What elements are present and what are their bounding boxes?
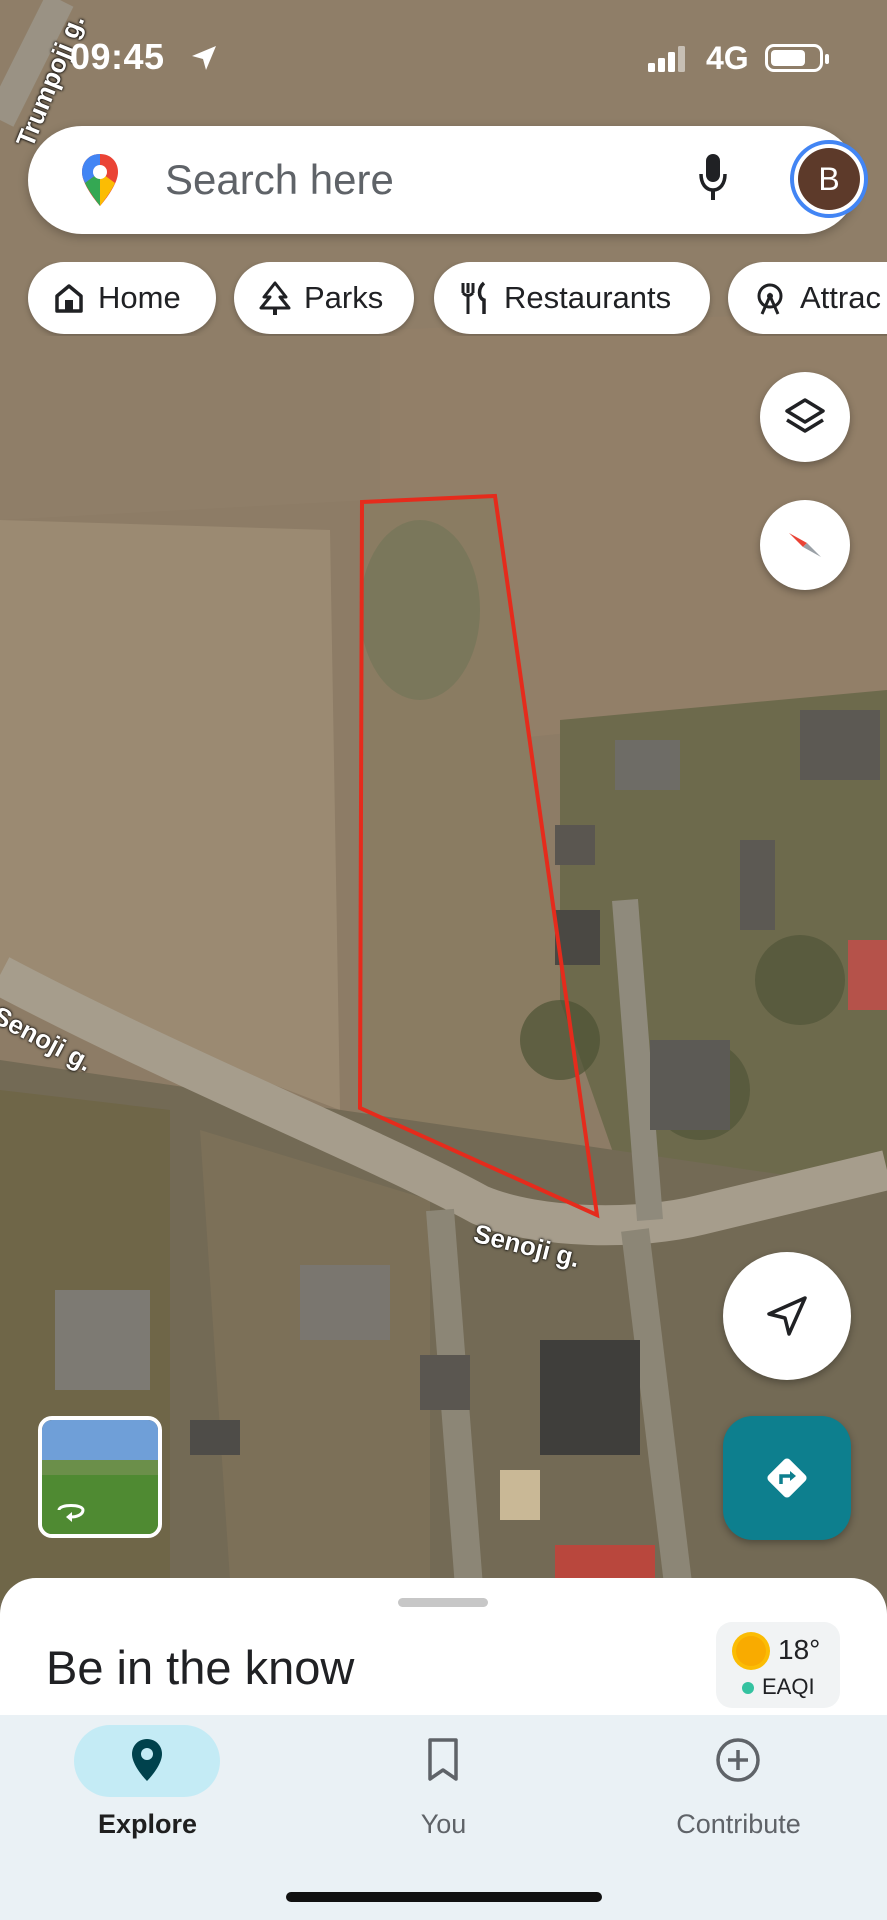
location-arrow-icon [192,46,216,70]
navigation-arrow-icon [767,1296,807,1336]
chip-label: Home [98,280,181,315]
nav-explore[interactable]: Explore [0,1715,295,1920]
chip-label: Parks [304,280,384,315]
chip-label: Restaurants [504,280,672,315]
chip-parks[interactable]: Parks [234,262,414,334]
status-bar: 09:45 4G [0,0,887,120]
search-bar[interactable]: Search here B [28,126,868,234]
battery-icon [765,44,829,72]
bookmark-icon [428,1738,458,1781]
add-circle-icon [716,1738,760,1782]
nav-label: Contribute [676,1809,801,1839]
weather-widget[interactable]: 18° EAQI [716,1622,840,1708]
location-pin-icon [132,1739,162,1781]
chip-attractions[interactable]: Attrac [728,262,887,334]
street-view-thumbnail[interactable] [38,1416,162,1538]
network-type: 4G [706,40,749,76]
sheet-title: Be in the know [46,1641,355,1694]
compass-button[interactable] [760,500,850,590]
temperature: 18° [778,1634,821,1665]
bottom-navigation: Explore You Contribute [0,1715,887,1920]
layers-button[interactable] [760,372,850,462]
home-indicator[interactable] [286,1892,602,1902]
avatar[interactable]: B [790,140,868,218]
search-input[interactable]: Search here [165,156,394,204]
google-maps-pin-icon [82,154,118,206]
chip-label: Attrac [800,280,881,315]
nav-you[interactable]: You [296,1715,591,1920]
drag-handle[interactable] [398,1598,488,1607]
home-icon [55,284,83,313]
nav-contribute[interactable]: Contribute [591,1715,886,1920]
compass-icon [789,533,821,557]
aqi-label: EAQI [762,1674,815,1699]
nav-label: Explore [97,1809,198,1839]
aqi-indicator [742,1682,754,1694]
nav-label: You [420,1809,467,1839]
sun-icon [736,1636,766,1666]
chip-home[interactable]: Home [28,262,216,334]
layers-icon [785,398,825,433]
directions-icon [767,1458,807,1498]
directions-button[interactable] [723,1416,851,1540]
tree-icon [259,281,291,315]
mic-icon[interactable] [698,152,728,204]
fork-knife-icon [461,281,486,314]
ferris-wheel-icon [757,283,783,315]
signal-bars-icon [648,46,685,72]
avatar-letter: B [798,148,860,210]
clock: 09:45 [70,36,165,77]
chip-restaurants[interactable]: Restaurants [434,262,710,334]
category-chips: Home Parks Restaurants Attrac [0,262,887,336]
recenter-button[interactable] [723,1252,851,1380]
360-rotate-icon [57,1504,85,1522]
